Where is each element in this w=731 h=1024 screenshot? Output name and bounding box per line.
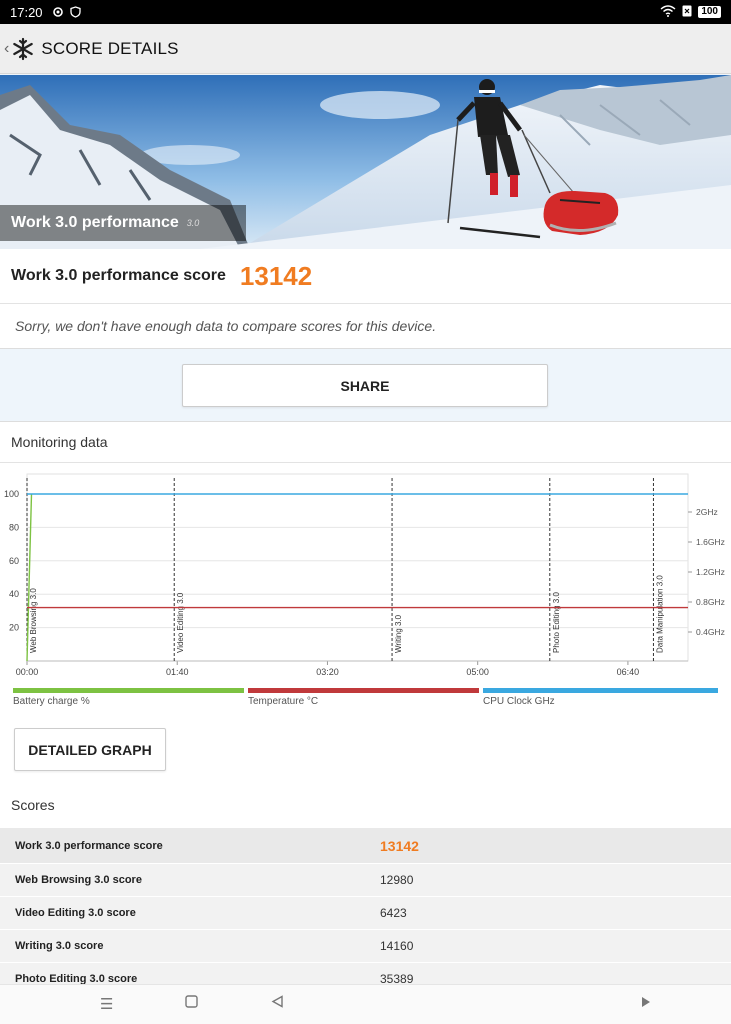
x-tick-label: 01:40 — [166, 667, 189, 677]
y-right-tick-label: 2GHz — [696, 507, 718, 517]
monitoring-title: Monitoring data — [0, 422, 731, 463]
sim-icon — [682, 5, 692, 20]
share-button[interactable]: SHARE — [182, 364, 548, 407]
score-label: Work 3.0 performance score — [11, 267, 226, 284]
y-tick-label: 100 — [4, 489, 19, 499]
monitoring-section: Monitoring data 20 40 60 80 100 0.4GHz 0.8GHz 1… — [0, 421, 731, 996]
back-triangle-icon[interactable] — [271, 995, 284, 1012]
y-tick-label: 40 — [9, 589, 19, 599]
hero-title: Work 3.0 performance — [11, 214, 179, 231]
score-name: Writing 3.0 score — [15, 940, 104, 952]
shield-icon — [69, 5, 83, 19]
forward-triangle-icon[interactable] — [641, 995, 651, 1012]
compare-note: Sorry, we don't have enough data to comp… — [15, 318, 437, 334]
legend-item-temperature: Temperature °C — [248, 688, 479, 707]
legend-item-cpu: CPU Clock GHz — [483, 688, 718, 707]
x-tick-label: 05:00 — [466, 667, 489, 677]
legend-swatch-cpu — [483, 688, 718, 693]
hero-banner: Work 3.0 performance 3.0 — [0, 75, 731, 249]
score-name: Work 3.0 performance score — [15, 839, 163, 852]
scores-table: Work 3.0 performance score 13142 Web Bro… — [0, 828, 731, 996]
status-bar: 17:20 100 — [0, 0, 731, 24]
legend-label-temperature: Temperature °C — [248, 696, 319, 707]
y-right-tick-label: 0.4GHz — [696, 627, 725, 637]
scores-title: Scores — [11, 797, 55, 813]
score-card: Work 3.0 performance score 13142 Sorry, … — [0, 249, 731, 349]
home-square-icon[interactable] — [185, 995, 198, 1012]
y-tick-label: 80 — [9, 522, 19, 532]
score-name: Web Browsing 3.0 score — [15, 874, 142, 886]
menu-icon[interactable]: ☰ — [100, 995, 113, 1013]
phase-marker-label: Web Browsing 3.0 — [29, 588, 38, 653]
phase-marker-label: Data Manipulation 3.0 — [655, 575, 664, 653]
status-time: 17:20 — [10, 4, 43, 20]
detailed-graph-button[interactable]: DETAILED GRAPH — [14, 728, 166, 771]
phase-marker-label: Photo Editing 3.0 — [552, 592, 561, 653]
system-nav-bar: ☰ — [0, 984, 731, 1024]
page-title: SCORE DETAILS — [41, 38, 179, 58]
table-row: Web Browsing 3.0 score 12980 — [0, 864, 731, 897]
table-row: Work 3.0 performance score 13142 — [0, 828, 731, 864]
wifi-icon — [660, 4, 676, 20]
app-toolbar: ‹ SCORE DETAILS — [0, 24, 731, 74]
y-right-tick-label: 1.6GHz — [696, 537, 725, 547]
y-right-tick-label: 1.2GHz — [696, 567, 725, 577]
y-right-tick-label: 0.8GHz — [696, 597, 725, 607]
x-tick-label: 06:40 — [617, 667, 640, 677]
score-row: Work 3.0 performance score 13142 — [0, 249, 731, 304]
score-value: 13142 — [239, 260, 313, 291]
x-tick-label: 00:00 — [16, 667, 39, 677]
score-number: 12980 — [380, 873, 414, 887]
back-chevron-icon[interactable]: ‹ — [4, 40, 9, 58]
table-row: Writing 3.0 score 14160 — [0, 930, 731, 963]
y-tick-label: 60 — [9, 556, 19, 566]
monitoring-chart: 20 40 60 80 100 0.4GHz 0.8GHz 1.2GHz 1.6GHz 2GHz 0… — [4, 473, 725, 677]
phase-marker-label: Video Editing 3.0 — [176, 592, 185, 653]
phase-marker-label: Writing 3.0 — [394, 614, 403, 653]
snowflake-logo-icon — [11, 37, 35, 61]
chart-legend: Battery charge % Temperature °C CPU Cloc… — [0, 688, 731, 712]
table-row: Video Editing 3.0 score 6423 — [0, 897, 731, 930]
gear-icon — [51, 5, 65, 19]
hero-caption: Work 3.0 performance 3.0 — [0, 205, 246, 241]
x-tick-label: 03:20 — [316, 667, 339, 677]
hero-version: 3.0 — [186, 218, 200, 228]
legend-swatch-temperature — [248, 688, 479, 693]
legend-swatch-battery — [13, 688, 244, 693]
score-number: 14160 — [380, 939, 414, 953]
score-number: 6423 — [380, 906, 407, 920]
y-tick-label: 20 — [9, 623, 19, 633]
battery-indicator: 100 — [698, 6, 721, 18]
chart-frame — [26, 473, 689, 662]
legend-label-battery: Battery charge % — [13, 696, 90, 707]
score-number: 13142 — [380, 837, 419, 854]
legend-item-battery: Battery charge % — [13, 688, 244, 707]
legend-label-cpu: CPU Clock GHz — [483, 696, 555, 707]
score-name: Video Editing 3.0 score — [15, 907, 136, 919]
